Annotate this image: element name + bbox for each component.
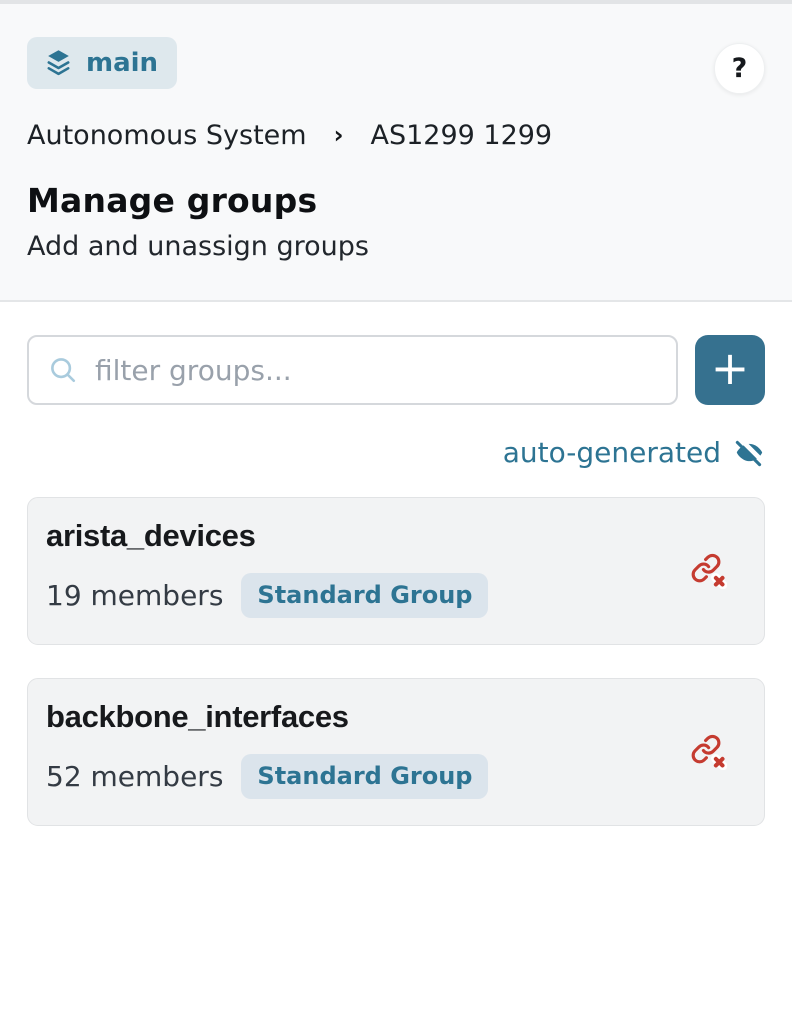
group-kind-badge: Standard Group (241, 754, 488, 799)
filter-groups-input[interactable] (27, 335, 678, 405)
group-name: arista_devices (46, 518, 488, 554)
breadcrumb: Autonomous System › AS1299 1299 (27, 120, 765, 151)
group-card: backbone_interfaces 52 members Standard … (27, 678, 765, 826)
content: + auto-generated arista_devices 19 membe… (0, 302, 792, 859)
breadcrumb-item-object[interactable]: AS1299 1299 (370, 120, 552, 151)
auto-generated-row: auto-generated (27, 436, 765, 469)
help-button[interactable]: ? (714, 43, 765, 94)
chevron-right-icon: › (334, 121, 344, 149)
plus-icon: + (711, 345, 750, 391)
auto-generated-toggle[interactable]: auto-generated (503, 436, 765, 469)
auto-generated-label: auto-generated (503, 436, 721, 469)
branch-selector-main[interactable]: main (27, 37, 177, 89)
unlink-icon (690, 733, 727, 770)
add-group-button[interactable]: + (695, 335, 765, 405)
unassign-group-button[interactable] (686, 548, 731, 593)
toolbar: + (27, 335, 765, 405)
branch-label: main (86, 48, 158, 78)
group-info: arista_devices 19 members Standard Group (46, 518, 488, 618)
group-card: arista_devices 19 members Standard Group (27, 497, 765, 645)
page-title: Manage groups (27, 181, 765, 220)
eye-off-icon (734, 437, 765, 468)
group-list: arista_devices 19 members Standard Group (27, 497, 765, 826)
group-info: backbone_interfaces 52 members Standard … (46, 699, 488, 799)
unlink-icon (690, 552, 727, 589)
group-name: backbone_interfaces (46, 699, 488, 735)
filter-groups-field (27, 335, 678, 405)
group-member-count: 19 members (46, 579, 223, 612)
group-member-count: 52 members (46, 760, 223, 793)
breadcrumb-item-schema[interactable]: Autonomous System (27, 120, 307, 151)
page-header: main ? Autonomous System › AS1299 1299 M… (0, 4, 792, 302)
unassign-group-button[interactable] (686, 729, 731, 774)
group-kind-badge: Standard Group (241, 573, 488, 618)
page-subtitle: Add and unassign groups (27, 231, 765, 262)
layers-icon (43, 47, 74, 78)
